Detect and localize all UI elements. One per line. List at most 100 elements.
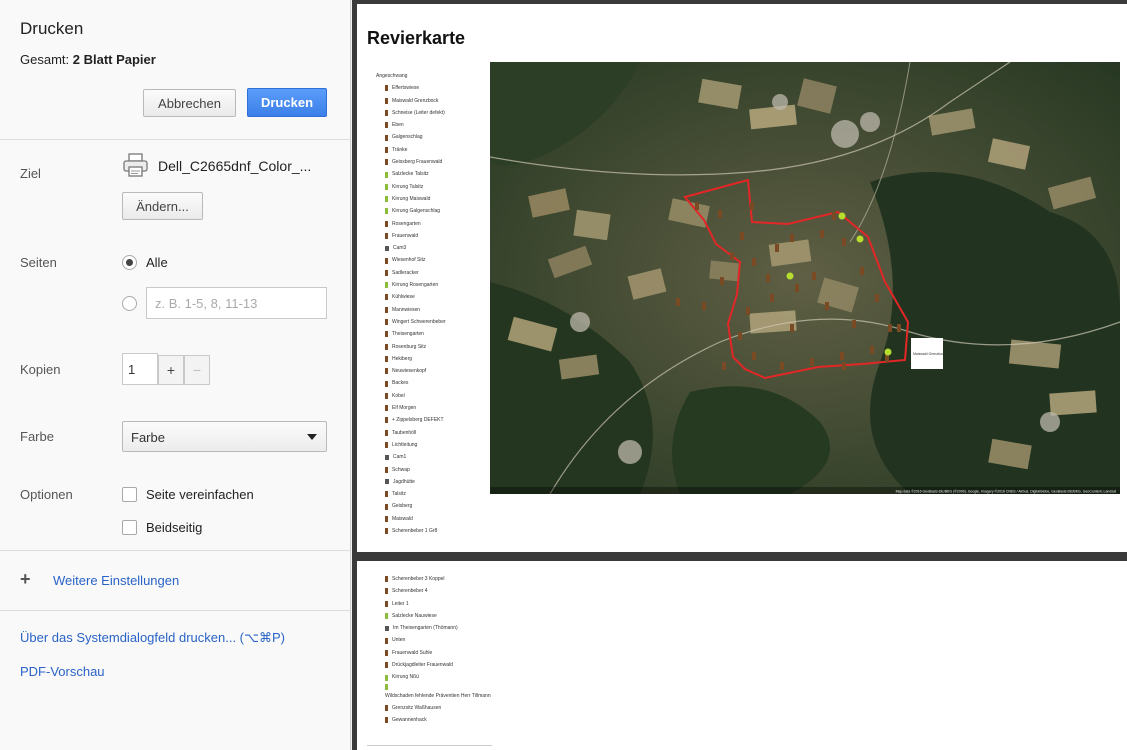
legend-item-label: Geissberg Frauenwald <box>392 159 443 166</box>
copies-input[interactable]: 1 <box>122 353 158 385</box>
system-dialog-link[interactable]: Über das Systemdialogfeld drucken... (⌥⌘… <box>20 630 285 646</box>
pdf-preview-link[interactable]: PDF-Vorschau <box>20 664 105 679</box>
stand-marker[interactable] <box>888 324 892 332</box>
legend-item: Im Theisengarten (Thömann) <box>385 622 491 634</box>
stand-marker[interactable] <box>752 352 756 360</box>
legend-item-label: Grenzsitz Waßhausen <box>392 704 442 711</box>
stand-marker[interactable] <box>860 267 864 275</box>
divider <box>0 550 351 551</box>
stand-marker[interactable] <box>676 298 680 306</box>
stand-icon <box>385 257 388 264</box>
dialog-title: Drucken <box>20 19 84 38</box>
feeding-marker[interactable] <box>838 212 846 220</box>
stand-icon <box>385 110 388 117</box>
stand-icon <box>385 405 388 412</box>
color-select-value: Farbe <box>131 430 165 445</box>
stand-marker[interactable] <box>840 352 844 360</box>
feeding-marker[interactable] <box>856 235 864 243</box>
stand-marker[interactable] <box>812 272 816 280</box>
stand-marker[interactable] <box>825 302 829 310</box>
stand-marker[interactable] <box>718 210 722 218</box>
copies-increment-button[interactable]: + <box>158 355 184 385</box>
stand-marker[interactable] <box>852 320 856 328</box>
stand-icon <box>385 269 388 276</box>
stand-marker[interactable] <box>695 202 699 210</box>
legend-item: Sadleracker <box>385 267 446 279</box>
stand-icon <box>385 491 388 498</box>
total-value: 2 Blatt Papier <box>72 52 156 67</box>
stand-marker[interactable] <box>740 232 744 240</box>
page-range-input[interactable] <box>146 287 327 319</box>
stand-marker[interactable] <box>790 234 794 242</box>
preview-page-1: Revierkarte Angeschwang Effertswiese Mais… <box>357 4 1127 552</box>
stand-marker[interactable] <box>870 346 874 354</box>
simplify-page-checkbox[interactable] <box>122 487 137 502</box>
stand-marker[interactable] <box>770 294 774 302</box>
feeding-marker[interactable] <box>786 272 794 280</box>
legend-heading: Angeschwang <box>376 73 408 79</box>
stand-marker[interactable] <box>702 302 706 310</box>
stand-marker[interactable] <box>820 230 824 238</box>
legend-item-label: Geisberg <box>392 503 413 510</box>
stand-marker[interactable] <box>842 238 846 246</box>
cancel-button[interactable]: Abbrechen <box>143 89 236 117</box>
stand-marker[interactable] <box>752 258 756 266</box>
legend-item: + Zippelsberg DEFEKT <box>385 414 446 426</box>
print-button[interactable]: Drucken <box>247 88 327 117</box>
stand-icon <box>385 306 388 313</box>
stand-marker[interactable] <box>875 294 879 302</box>
copies-decrement-button[interactable]: − <box>184 355 210 385</box>
legend-item: Cam1 <box>385 451 446 463</box>
legend-item: Kirrung Talsitz <box>385 181 446 193</box>
stand-marker[interactable] <box>897 324 901 332</box>
stand-marker[interactable] <box>842 362 846 370</box>
legend-item-label: Cam1 <box>393 454 407 461</box>
stand-marker[interactable] <box>746 307 750 315</box>
duplex-checkbox[interactable] <box>122 520 137 535</box>
preview-page-2: Scherenbeber 3 Koppel Scherenbeber 4 Leite… <box>357 561 1127 750</box>
legend-item-label: Lichtleitung <box>392 441 418 448</box>
stand-icon <box>385 637 388 644</box>
legend-item: Kühlwiese <box>385 291 446 303</box>
stand-icon <box>385 503 388 510</box>
stand-marker[interactable] <box>810 358 814 366</box>
stand-marker[interactable] <box>750 202 754 210</box>
legend-item: Drückjagdleiter Frauenwald <box>385 659 491 671</box>
legend-item-label: Scherenbeber 1 Gr8 <box>392 527 438 534</box>
change-destination-button[interactable]: Ändern... <box>122 192 203 220</box>
legend-item-label: Talsitz <box>392 491 406 498</box>
pages-range-radio[interactable] <box>122 296 137 311</box>
stand-icon <box>385 159 388 166</box>
color-select[interactable]: Farbe <box>122 421 327 452</box>
legend-item: Wingert Schwerenbeber <box>385 316 446 328</box>
print-preview: Revierkarte Angeschwang Effertswiese Mais… <box>352 0 1127 750</box>
stand-marker[interactable] <box>722 362 726 370</box>
legend-item: Salzlecke Talsitz <box>385 168 446 180</box>
stand-icon <box>385 705 388 712</box>
legend-item-label: Rosenburg Sitz <box>392 343 427 350</box>
stand-marker[interactable] <box>766 274 770 282</box>
legend-item: Tränke <box>385 144 446 156</box>
legend-item: Leiter 1 <box>385 598 491 610</box>
pages-all-radio[interactable] <box>122 255 137 270</box>
stand-marker[interactable] <box>775 244 779 252</box>
legend-item-label: Theisengarten <box>392 331 424 338</box>
legend-item-label: Schneise (Leiter defekt) <box>392 109 445 116</box>
stand-marker[interactable] <box>780 362 784 370</box>
feeding-marker[interactable] <box>884 348 892 356</box>
legend-item-label: Unten <box>392 637 406 644</box>
salt-icon <box>385 171 388 178</box>
legend-item-label: Frauenwald Suhle <box>392 649 433 656</box>
stand-marker[interactable] <box>730 252 734 260</box>
stand-marker[interactable] <box>738 332 742 340</box>
legend-item-label: Taubenhöll <box>392 429 417 436</box>
stand-marker[interactable] <box>720 277 724 285</box>
satellite-map[interactable]: Maiswald Grenzbock Map data ©2016 GeoBas… <box>490 62 1120 494</box>
more-settings-link[interactable]: Weitere Einstellungen <box>53 573 179 588</box>
legend-item-label: Galgenschlag <box>392 134 423 141</box>
stand-marker[interactable] <box>795 284 799 292</box>
plus-icon[interactable]: + <box>20 570 31 588</box>
legend-item: Kirrung Maiswald <box>385 193 446 205</box>
stand-marker[interactable] <box>790 324 794 332</box>
stand-marker[interactable] <box>832 212 836 220</box>
